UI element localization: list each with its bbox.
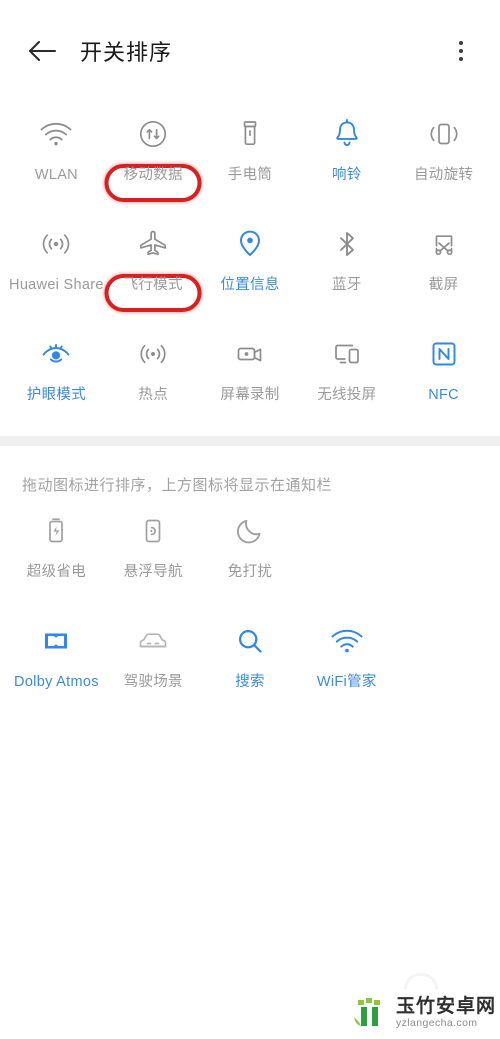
location-pin-icon — [230, 224, 270, 264]
switch-tile-super-power-saving[interactable]: 超级省电 — [8, 499, 105, 609]
grid-spacer — [395, 499, 492, 609]
switch-label: 护眼模式 — [26, 387, 86, 403]
switch-label: 热点 — [138, 387, 168, 403]
screenshot-icon — [424, 224, 464, 264]
switch-tile-bluetooth[interactable]: 蓝牙 — [298, 212, 395, 322]
switch-tile-do-not-disturb[interactable]: 免打扰 — [202, 499, 299, 609]
switch-tile-search[interactable]: 搜索 — [202, 609, 299, 719]
switch-label: 自动旋转 — [413, 167, 474, 183]
switch-label: WLAN — [34, 167, 78, 183]
cast-icon — [327, 334, 367, 374]
do-not-disturb-icon — [230, 511, 270, 551]
watermark-url: yzlangecha.com — [395, 1017, 478, 1030]
switch-label: 移动数据 — [123, 167, 183, 183]
grid-spacer — [298, 499, 395, 609]
switch-tile-driving-mode[interactable]: 驾驶场景 — [105, 609, 202, 719]
switch-tile-flashlight[interactable]: 手电筒 — [202, 102, 299, 212]
battery-saver-icon — [36, 511, 76, 551]
switch-tile-screenshot[interactable]: 截屏 — [395, 212, 492, 322]
switch-label: 蓝牙 — [331, 277, 362, 293]
hotspot-icon — [133, 334, 173, 374]
car-icon — [133, 621, 173, 661]
switch-label: Dolby Atmos — [14, 674, 99, 690]
faint-arc-mark — [404, 973, 438, 989]
switch-label: NFC — [428, 387, 459, 403]
switch-tile-hotspot[interactable]: 热点 — [105, 322, 202, 432]
switch-tile-screen-record[interactable]: 屏幕录制 — [202, 322, 299, 432]
hidden-switch-grid: 超级省电 悬浮导航 免打扰 Dolby Atmos 驾驶场景 搜索 WiFi管家 — [0, 499, 500, 719]
switch-tile-ring[interactable]: 响铃 — [298, 102, 395, 212]
watermark-text: 玉竹安卓网 yzlangecha.com — [396, 997, 496, 1031]
switch-label: 搜索 — [235, 674, 265, 690]
mobile-data-icon — [133, 114, 173, 154]
switch-tile-location[interactable]: 位置信息 — [202, 212, 299, 322]
sort-hint-text: 拖动图标进行排序，上方图标将显示在通知栏 — [22, 477, 333, 494]
huawei-share-icon — [36, 224, 76, 264]
switch-label: 超级省电 — [26, 564, 86, 580]
screen-record-icon — [230, 334, 270, 374]
switch-tile-dolby-atmos[interactable]: Dolby Atmos — [8, 609, 105, 719]
switch-tile-eye-comfort[interactable]: 护眼模式 — [8, 322, 105, 432]
more-vertical-icon — [459, 41, 463, 61]
wifi-manager-icon — [327, 621, 367, 661]
bamboo-logo-icon — [350, 995, 390, 1031]
flashlight-icon — [230, 114, 270, 154]
more-options-button[interactable] — [444, 31, 478, 71]
switch-label: 悬浮导航 — [123, 564, 183, 580]
bell-icon — [327, 114, 367, 154]
app-header: 开关排序 — [0, 0, 500, 102]
switch-tile-floating-nav[interactable]: 悬浮导航 — [105, 499, 202, 609]
bluetooth-icon — [327, 224, 367, 264]
floating-nav-icon — [133, 511, 173, 551]
back-button[interactable] — [22, 31, 62, 71]
switch-tile-wlan[interactable]: WLAN — [8, 102, 105, 212]
switch-label: 手电筒 — [227, 167, 273, 183]
switch-tile-airplane-mode[interactable]: 飞行模式 — [104, 212, 202, 322]
notification-switch-grid: WLAN 移动数据 手电筒 响铃 自动旋转 Huawei Share 飞行模式 … — [0, 102, 500, 432]
switch-label: 截屏 — [428, 277, 459, 293]
search-icon — [230, 621, 270, 661]
switch-tile-wireless-cast[interactable]: 无线投屏 — [298, 322, 395, 432]
auto-rotate-icon — [424, 114, 464, 154]
switch-tile-auto-rotate[interactable]: 自动旋转 — [395, 102, 492, 212]
dolby-atmos-icon — [36, 621, 76, 661]
switch-label: WiFi管家 — [316, 674, 377, 690]
switch-label: 位置信息 — [220, 277, 280, 293]
watermark-title: 玉竹安卓网 — [395, 996, 496, 1018]
switch-tile-huawei-share[interactable]: Huawei Share — [8, 212, 105, 322]
wifi-icon — [36, 114, 76, 154]
section-divider — [0, 436, 500, 446]
switch-tile-mobile-data[interactable]: 移动数据 — [104, 102, 202, 212]
page-title: 开关排序 — [80, 40, 173, 65]
eye-comfort-icon — [36, 334, 76, 374]
grid-spacer — [395, 609, 492, 719]
arrow-left-icon — [27, 38, 57, 64]
airplane-icon — [133, 224, 173, 264]
switch-label: 响铃 — [331, 167, 362, 183]
switch-tile-nfc[interactable]: NFC — [395, 322, 492, 432]
nfc-icon — [424, 334, 464, 374]
switch-label: Huawei Share — [9, 277, 104, 293]
switch-label: 飞行模式 — [123, 277, 183, 293]
switch-tile-wifi-manager[interactable]: WiFi管家 — [298, 609, 395, 719]
switch-label: 免打扰 — [227, 564, 273, 580]
switch-label: 无线投屏 — [317, 387, 377, 403]
switch-label: 驾驶场景 — [123, 674, 183, 690]
switch-label: 屏幕录制 — [220, 387, 280, 403]
site-watermark: 玉竹安卓网 yzlangecha.com — [350, 995, 496, 1031]
